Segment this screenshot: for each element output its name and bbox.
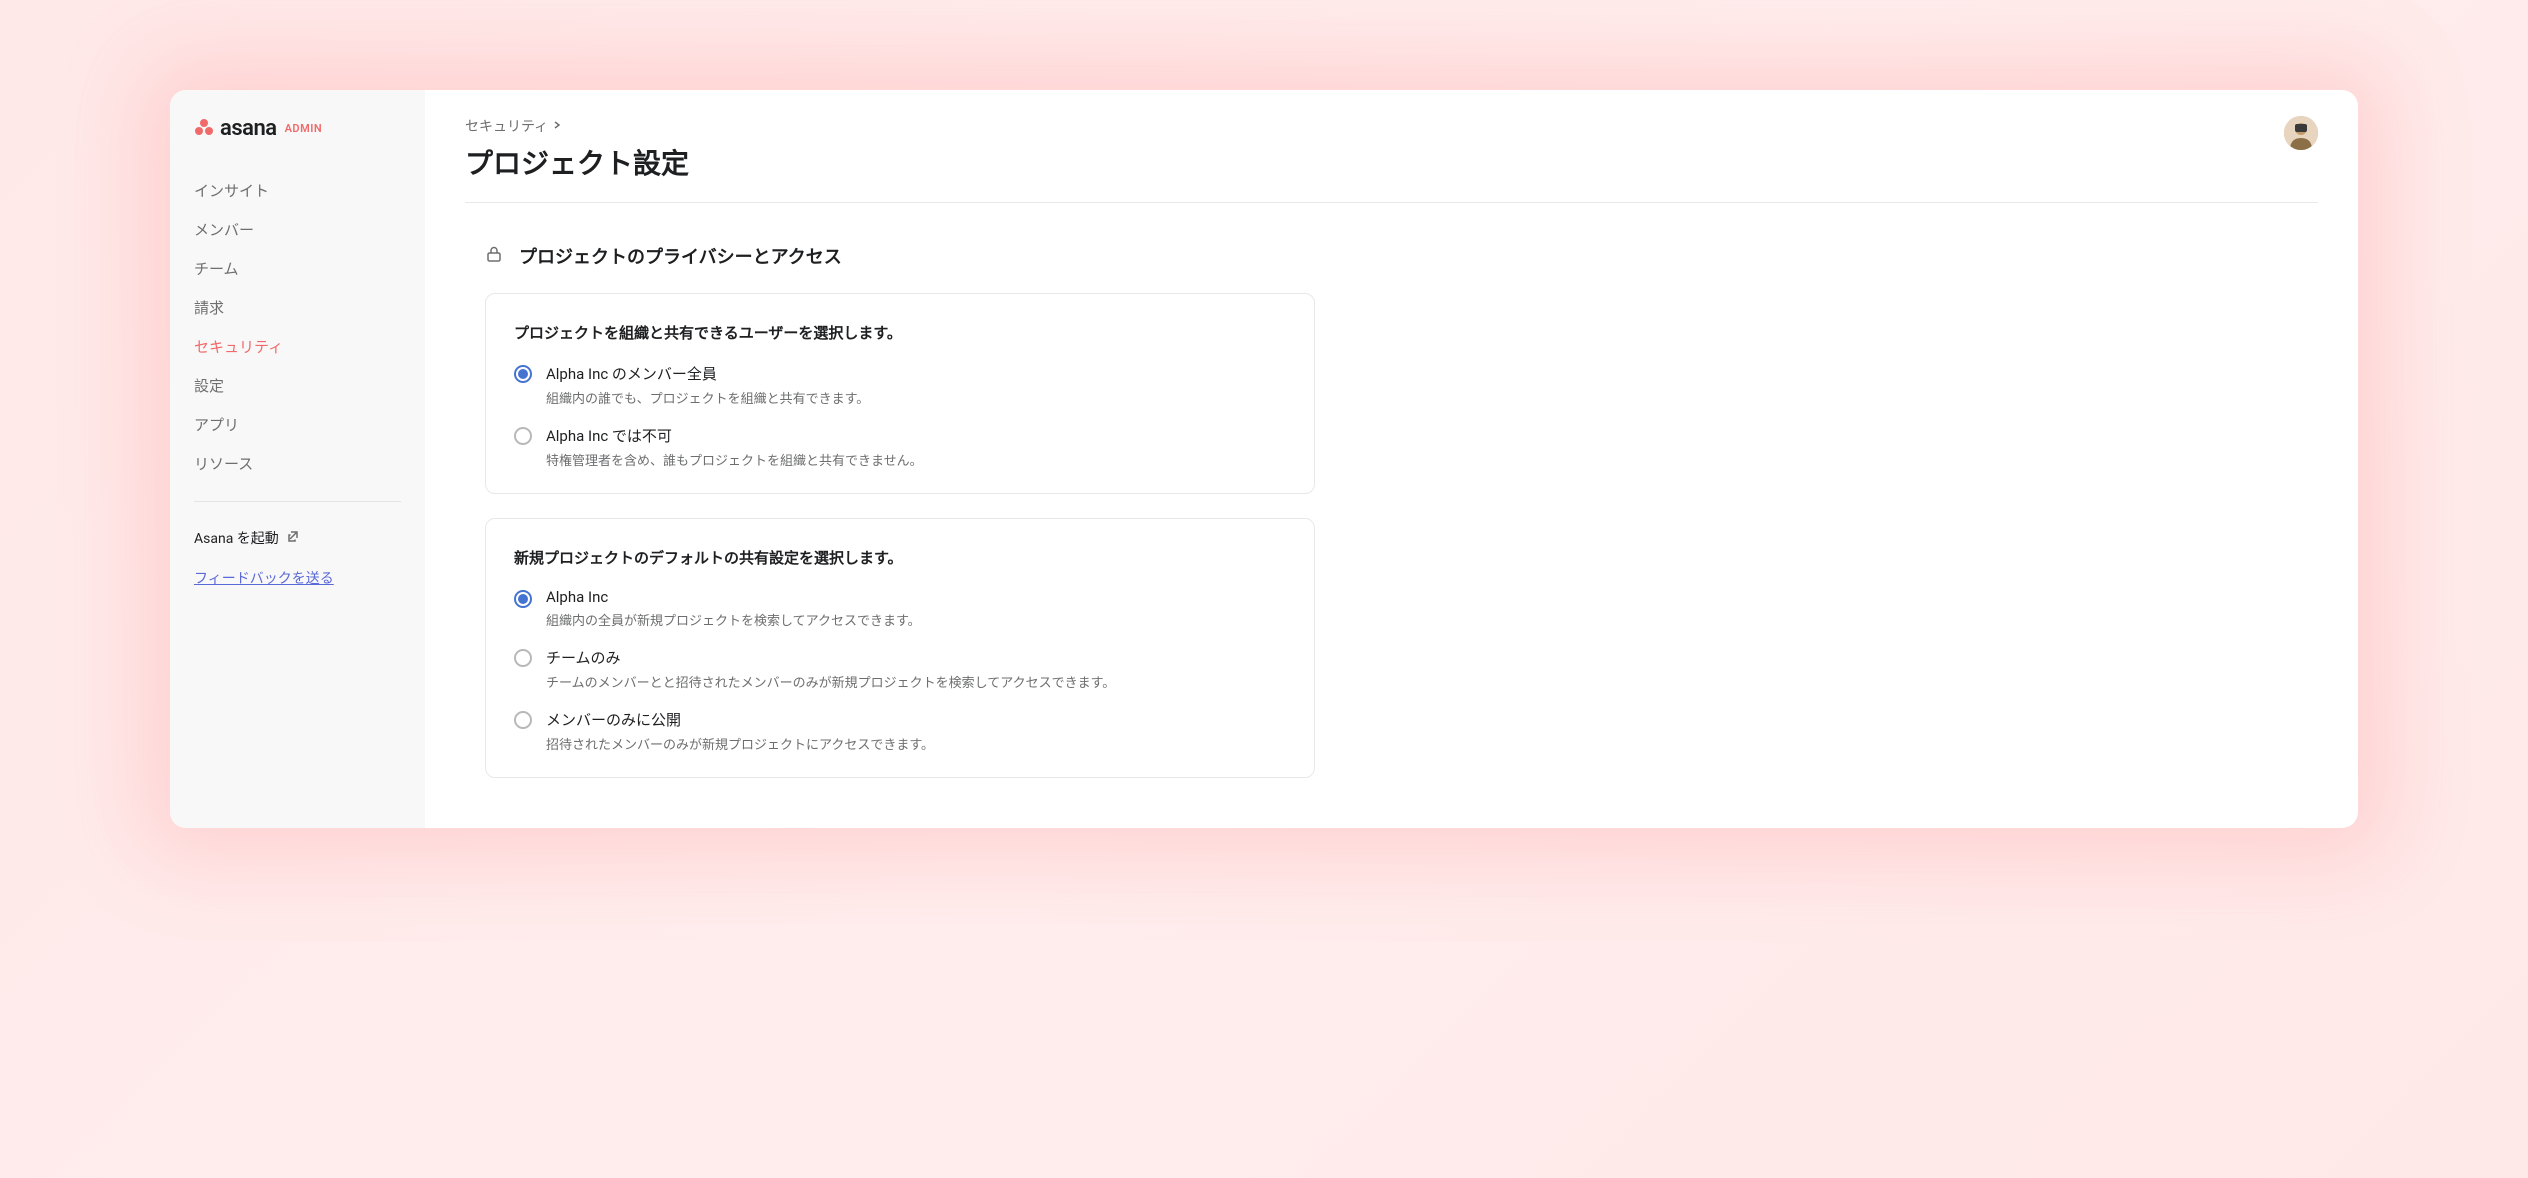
- radio-description: 特権管理者を含め、誰もプロジェクトを組織と共有できません。: [546, 450, 1286, 469]
- radio-label: チームのみ: [546, 647, 1286, 668]
- brand-name: asana: [220, 116, 277, 141]
- radio-circle-icon: [514, 365, 532, 383]
- radio-content: メンバーのみに公開 招待されたメンバーのみが新規プロジェクトにアクセスできます。: [546, 709, 1286, 753]
- logo-area: asana ADMIN: [170, 116, 425, 171]
- sidebar-item-insights[interactable]: インサイト: [170, 171, 425, 210]
- sidebar-item-members[interactable]: メンバー: [170, 210, 425, 249]
- radio-circle-icon: [514, 427, 532, 445]
- app-container: asana ADMIN インサイト メンバー チーム 請求 セキュリティ 設定 …: [170, 90, 2358, 828]
- sidebar-item-settings[interactable]: 設定: [170, 366, 425, 405]
- page-title: プロジェクト設定: [465, 142, 689, 182]
- radio-content: Alpha Inc では不可 特権管理者を含め、誰もプロジェクトを組織と共有でき…: [546, 425, 1286, 469]
- sidebar-item-resources[interactable]: リソース: [170, 444, 425, 483]
- lock-icon: [485, 245, 503, 267]
- sidebar-item-billing[interactable]: 請求: [170, 288, 425, 327]
- sidebar-divider: [194, 501, 401, 502]
- radio-circle-icon: [514, 590, 532, 608]
- main-content: セキュリティ プロジェクト設定: [425, 90, 2358, 828]
- radio-option-team-only[interactable]: チームのみ チームのメンバーとと招待されたメンバーのみが新規プロジェクトを検索し…: [514, 647, 1286, 691]
- radio-label: メンバーのみに公開: [546, 709, 1286, 730]
- radio-label: Alpha Inc のメンバー全員: [546, 363, 1286, 384]
- radio-label: Alpha Inc: [546, 588, 1286, 606]
- settings-card-sharing: プロジェクトを組織と共有できるユーザーを選択します。 Alpha Inc のメン…: [485, 293, 1315, 494]
- radio-circle-icon: [514, 649, 532, 667]
- avatar[interactable]: [2284, 116, 2318, 150]
- sidebar: asana ADMIN インサイト メンバー チーム 請求 セキュリティ 設定 …: [170, 90, 425, 828]
- breadcrumb[interactable]: セキュリティ: [465, 116, 689, 136]
- feedback-link[interactable]: フィードバックを送る: [194, 571, 334, 587]
- radio-description: 招待されたメンバーのみが新規プロジェクトにアクセスできます。: [546, 734, 1286, 753]
- radio-option-all-members[interactable]: Alpha Inc のメンバー全員 組織内の誰でも、プロジェクトを組織と共有でき…: [514, 363, 1286, 407]
- header-row: セキュリティ プロジェクト設定: [465, 116, 2318, 203]
- content-section: プロジェクトのプライバシーとアクセス プロジェクトを組織と共有できるユーザーを選…: [485, 243, 1315, 778]
- sidebar-item-security[interactable]: セキュリティ: [170, 327, 425, 366]
- radio-option-not-allowed[interactable]: Alpha Inc では不可 特権管理者を含め、誰もプロジェクトを組織と共有でき…: [514, 425, 1286, 469]
- card-heading-1: プロジェクトを組織と共有できるユーザーを選択します。: [514, 322, 1286, 343]
- radio-option-org[interactable]: Alpha Inc 組織内の全員が新規プロジェクトを検索してアクセスできます。: [514, 588, 1286, 629]
- nav-list: インサイト メンバー チーム 請求 セキュリティ 設定 アプリ リソース: [170, 171, 425, 483]
- breadcrumb-label: セキュリティ: [465, 116, 548, 136]
- launch-label: Asana を起動: [194, 528, 279, 548]
- chevron-right-icon: [552, 118, 562, 134]
- section-header: プロジェクトのプライバシーとアクセス: [485, 243, 1315, 269]
- settings-card-default-sharing: 新規プロジェクトのデフォルトの共有設定を選択します。 Alpha Inc 組織内…: [485, 518, 1315, 778]
- radio-description: 組織内の誰でも、プロジェクトを組織と共有できます。: [546, 388, 1286, 407]
- sidebar-item-apps[interactable]: アプリ: [170, 405, 425, 444]
- brand-suffix: ADMIN: [285, 122, 323, 135]
- radio-content: Alpha Inc のメンバー全員 組織内の誰でも、プロジェクトを組織と共有でき…: [546, 363, 1286, 407]
- header-left: セキュリティ プロジェクト設定: [465, 116, 689, 182]
- external-link-icon: [287, 530, 299, 546]
- card-heading-2: 新規プロジェクトのデフォルトの共有設定を選択します。: [514, 547, 1286, 568]
- feedback-link-container: フィードバックを送る: [170, 556, 425, 600]
- radio-description: 組織内の全員が新規プロジェクトを検索してアクセスできます。: [546, 610, 1286, 629]
- launch-asana-link[interactable]: Asana を起動: [170, 520, 425, 556]
- sidebar-item-teams[interactable]: チーム: [170, 249, 425, 288]
- asana-logo-icon: [194, 118, 214, 140]
- radio-content: Alpha Inc 組織内の全員が新規プロジェクトを検索してアクセスできます。: [546, 588, 1286, 629]
- radio-description: チームのメンバーとと招待されたメンバーのみが新規プロジェクトを検索してアクセスで…: [546, 672, 1286, 691]
- radio-circle-icon: [514, 711, 532, 729]
- radio-label: Alpha Inc では不可: [546, 425, 1286, 446]
- section-title: プロジェクトのプライバシーとアクセス: [519, 243, 842, 269]
- radio-content: チームのみ チームのメンバーとと招待されたメンバーのみが新規プロジェクトを検索し…: [546, 647, 1286, 691]
- radio-option-members-only[interactable]: メンバーのみに公開 招待されたメンバーのみが新規プロジェクトにアクセスできます。: [514, 709, 1286, 753]
